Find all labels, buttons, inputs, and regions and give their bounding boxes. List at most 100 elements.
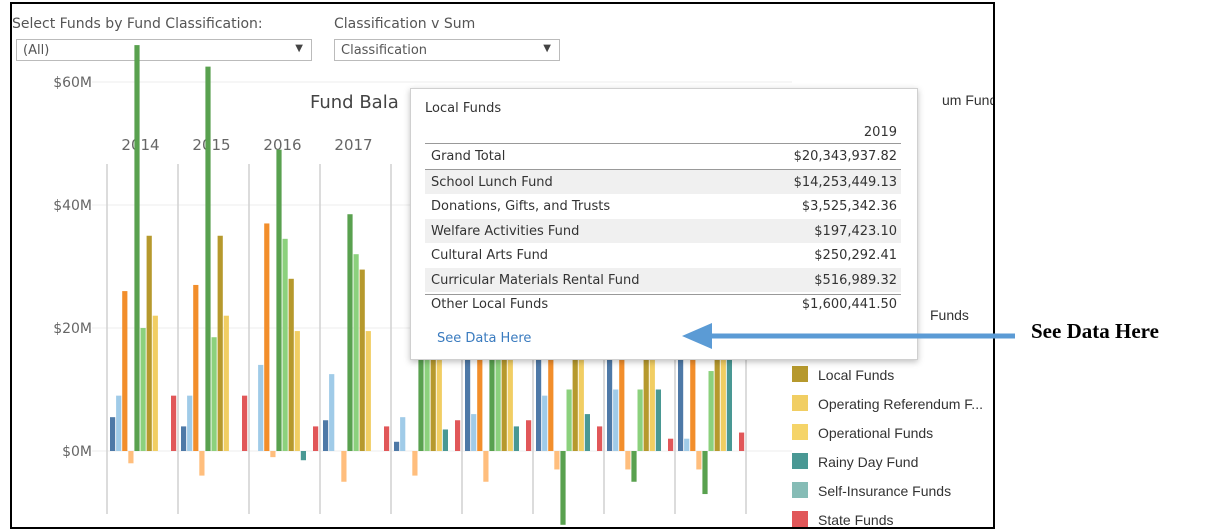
- tooltip-row-value: $250,292.41: [814, 248, 897, 263]
- tooltip-table: Grand Total $20,343,937.82 School Lunch Fu…: [425, 143, 901, 317]
- legend-label: Self-Insurance Funds: [818, 483, 952, 499]
- bar: [442, 429, 448, 451]
- tooltip-row-value: $3,525,342.36: [801, 199, 897, 214]
- tooltip-row-name: School Lunch Fund: [431, 174, 553, 190]
- bar: [483, 451, 489, 482]
- bar: [128, 451, 134, 464]
- bar: [258, 364, 264, 451]
- bar: [625, 451, 631, 470]
- tooltip-row-name: Grand Total: [431, 149, 506, 164]
- legend-swatch: [792, 511, 808, 527]
- bar: [702, 451, 708, 495]
- bar: [455, 420, 461, 451]
- bar: [341, 451, 347, 482]
- bar: [554, 451, 560, 470]
- legend-partial-1: um Fund: [942, 92, 995, 108]
- tooltip-row: Cultural Arts Fund $250,292.41: [425, 243, 901, 268]
- bar: [560, 451, 566, 525]
- bar: [418, 346, 424, 451]
- bar: [152, 315, 158, 451]
- tooltip-row: Curricular Materials Rental Fund $516,989…: [425, 267, 901, 292]
- bar: [584, 414, 590, 451]
- bar: [542, 395, 548, 451]
- tooltip-row-value: $197,423.10: [814, 223, 897, 239]
- bar: [578, 346, 584, 451]
- tooltip-row-value: $20,343,937.82: [793, 149, 897, 164]
- bar: [171, 395, 177, 451]
- bar: [134, 45, 140, 451]
- bar: [205, 66, 211, 451]
- bar: [323, 420, 329, 451]
- legend-label: State Funds: [818, 512, 894, 528]
- legend-label: Operating Referendum F...: [818, 396, 983, 412]
- bar: [282, 238, 288, 451]
- y-tick-label: $0M: [62, 444, 92, 460]
- tooltip-row-value: $1,600,441.50: [801, 297, 897, 312]
- tooltip-row: Donations, Gifts, and Trusts $3,525,342.3…: [425, 194, 901, 219]
- bar: [181, 426, 187, 451]
- bar: [400, 417, 406, 451]
- legend-partial-2: Funds: [930, 307, 969, 323]
- bar: [146, 235, 152, 451]
- bar: [300, 451, 306, 461]
- tooltip-row-value: $516,989.32: [814, 272, 897, 288]
- bar: [242, 395, 248, 451]
- legend-swatch: [792, 453, 808, 469]
- bar: [394, 441, 400, 451]
- bar: [353, 254, 359, 451]
- bar: [217, 235, 223, 451]
- bar: [199, 451, 205, 476]
- bar: [276, 149, 282, 451]
- legend-swatch: [792, 482, 808, 498]
- bar: [288, 278, 294, 451]
- tooltip-total-row: Grand Total $20,343,937.82: [425, 144, 901, 170]
- bar: [726, 346, 732, 451]
- bar: [412, 451, 418, 476]
- tooltip-year: 2019: [863, 125, 897, 140]
- bar: [526, 420, 532, 451]
- bar: [384, 426, 390, 451]
- bar: [471, 414, 477, 451]
- bar: [270, 451, 276, 458]
- tooltip-row-name: Welfare Activities Fund: [431, 223, 580, 239]
- bar: [513, 426, 519, 451]
- bar: [684, 438, 690, 451]
- callout-label: See Data Here: [1031, 319, 1159, 343]
- legend-label: Rainy Day Fund: [818, 454, 919, 470]
- bar: [140, 328, 146, 451]
- tooltip-divider: [425, 294, 901, 295]
- tooltip-row: Welfare Activities Fund $197,423.10: [425, 218, 901, 243]
- bar: [329, 374, 335, 451]
- bar: [116, 395, 122, 451]
- tooltip-row-name: Cultural Arts Fund: [431, 248, 549, 263]
- tooltip: Local Funds 2019 Grand Total $20,343,937.…: [410, 88, 918, 360]
- year-label: 2015: [192, 136, 230, 154]
- year-label: 2017: [334, 136, 372, 154]
- year-label: 2014: [121, 136, 159, 154]
- bar: [122, 291, 128, 451]
- tooltip-title: Local Funds: [425, 101, 502, 116]
- bar: [294, 331, 300, 451]
- bar: [631, 451, 637, 482]
- y-tick-label: $40M: [53, 198, 92, 214]
- legend-label: Operational Funds: [818, 425, 934, 441]
- tooltip-row: School Lunch Fund $14,253,449.13: [425, 169, 901, 194]
- legend-label: Local Funds: [818, 367, 895, 383]
- bar: [739, 432, 745, 451]
- bar: [313, 426, 319, 451]
- bar: [359, 269, 365, 451]
- tooltip-row: Other Local Funds $1,600,441.50: [425, 292, 901, 317]
- tooltip-row-name: Donations, Gifts, and Trusts: [431, 199, 611, 214]
- see-data-link[interactable]: See Data Here: [437, 331, 531, 346]
- bar: [193, 284, 199, 451]
- y-tick-label: $20M: [53, 321, 92, 337]
- bar: [187, 395, 193, 451]
- y-tick-label: $60M: [53, 75, 92, 91]
- bar: [211, 337, 217, 451]
- bar: [637, 389, 643, 451]
- legend-swatch: [792, 424, 808, 440]
- bar: [613, 389, 619, 451]
- bar: [708, 371, 714, 451]
- tooltip-row-name: Curricular Materials Rental Fund: [431, 272, 640, 288]
- bar: [223, 315, 229, 451]
